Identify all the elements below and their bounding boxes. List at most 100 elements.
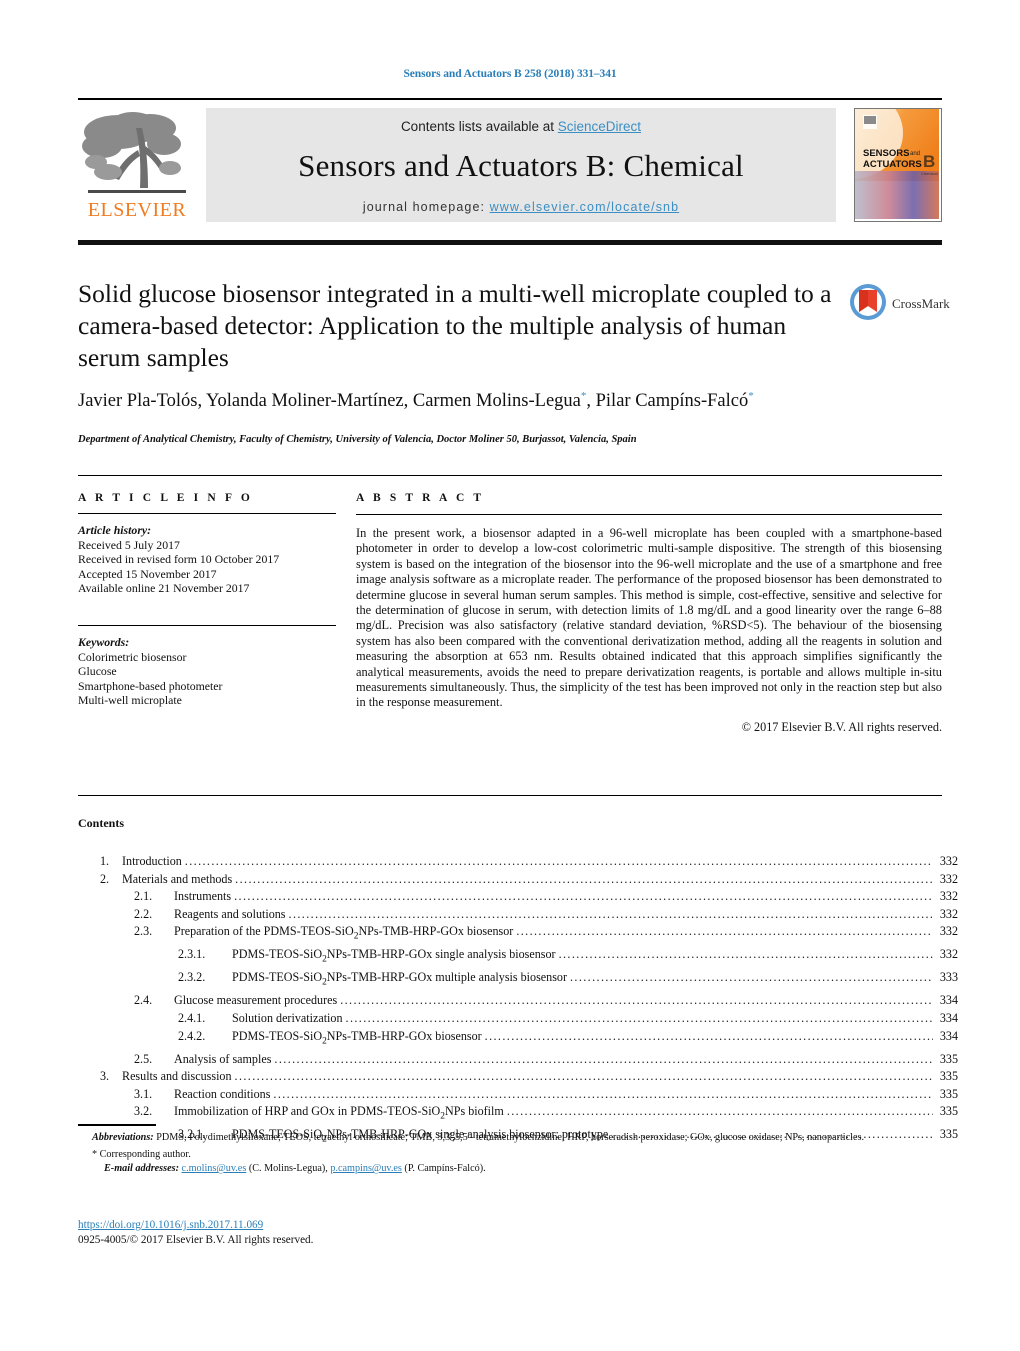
doi-link[interactable]: https://doi.org/10.1016/j.snb.2017.11.06… — [78, 1219, 263, 1231]
contents-row-label: Reagents and solutions — [174, 906, 286, 921]
svg-text:and: and — [910, 151, 920, 157]
contents-page-number: 335 — [939, 1104, 958, 1119]
issn-copyright-line: 0925-4005/© 2017 Elsevier B.V. All right… — [78, 1234, 314, 1246]
masthead-bottom-rule — [78, 240, 942, 245]
contents-row[interactable]: 2.4.2. PDMS-TEOS-SiO2NPs-TMB-HRP-GOx bios… — [78, 1028, 958, 1051]
contents-row[interactable]: 2.4. Glucose measurement procedures......… — [78, 992, 958, 1010]
contents-row-label: Introduction — [122, 854, 182, 868]
contents-row[interactable]: 2.3.2. PDMS-TEOS-SiO2NPs-TMB-HRP-GOx mult… — [78, 969, 958, 992]
contents-row-number: 3. — [100, 1069, 110, 1084]
contents-page-number: 333 — [939, 970, 958, 985]
contents-row[interactable]: 2.3.1. PDMS-TEOS-SiO2NPs-TMB-HRP-GOx sing… — [78, 946, 958, 969]
article-info-column: A R T I C L E I N F O Article history: R… — [78, 492, 336, 708]
elsevier-wordmark: ELSEVIER — [87, 199, 187, 221]
abstract-text: In the present work, a biosensor adapted… — [356, 526, 942, 710]
journal-article-first-page: Sensors and Actuators B 258 (2018) 331–3… — [0, 0, 1020, 1351]
contents-dot-leader: ........................................… — [234, 889, 933, 904]
contents-dot-leader: ........................................… — [569, 970, 933, 985]
contents-row-number: 2. — [100, 871, 110, 886]
svg-text:ACTUATORS: ACTUATORS — [863, 159, 922, 170]
contents-row[interactable]: 2.1. Instruments.........................… — [78, 888, 958, 906]
contents-row-label: Results and discussion — [122, 1069, 232, 1084]
contents-row[interactable]: 1. Introduction..........................… — [78, 853, 958, 871]
contents-row-number: 1. — [100, 854, 110, 868]
author-list: Javier Pla-Tolós, Yolanda Moliner-Martín… — [78, 390, 754, 412]
contents-row-label: Instruments — [174, 889, 232, 904]
history-item: Received in revised form 10 October 2017 — [78, 552, 280, 567]
contents-row-label: Reaction conditions — [174, 1086, 271, 1101]
contents-row[interactable]: 2.3. Preparation of the PDMS-TEOS-SiO2NPs… — [78, 923, 958, 946]
contents-row-label: Immobilization of HRP and GOx in PDMS-TE… — [174, 1104, 504, 1122]
crossmark-badge[interactable]: CrossMark — [848, 282, 950, 328]
email-link-molins[interactable]: c.molins@uv.es — [182, 1163, 247, 1174]
journal-cover-thumbnail: SENSORS and ACTUATORS B Chemical — [854, 108, 942, 222]
contents-row-number: 3.1. — [134, 1086, 153, 1101]
contents-dot-leader: ........................................… — [345, 1010, 933, 1025]
contents-page-number: 332 — [939, 871, 958, 886]
contents-row-label: PDMS-TEOS-SiO2NPs-TMB-HRP-GOx single ana… — [232, 947, 556, 965]
contents-row-number: 2.4.1. — [178, 1010, 206, 1025]
journal-homepage-line: journal homepage: www.elsevier.com/locat… — [206, 200, 836, 214]
contents-row-label: Solution derivatization — [232, 1010, 343, 1025]
contents-dot-leader: ........................................… — [234, 1069, 933, 1084]
keywords-rule — [78, 624, 336, 626]
email-addresses-note: E-mail addresses: c.molins@uv.es (C. Mol… — [78, 1163, 962, 1176]
contents-row[interactable]: 2.2. Reagents and solutions..............… — [78, 906, 958, 924]
email-addresses-label: E-mail addresses: — [104, 1163, 179, 1175]
article-info-rule — [78, 513, 336, 514]
contents-row-number: 2.3.1. — [178, 947, 206, 962]
contents-row-number: 2.2. — [134, 906, 153, 921]
contents-page-number: 334 — [939, 1010, 958, 1025]
contents-row[interactable]: 3. Results and discussion................… — [78, 1068, 958, 1086]
affiliation: Department of Analytical Chemistry, Facu… — [78, 434, 637, 446]
elsevier-logo: ELSEVIER — [78, 106, 196, 224]
contents-row-label: PDMS-TEOS-SiO2NPs-TMB-HRP-GOx multiple a… — [232, 970, 567, 988]
contents-row[interactable]: 3.1. Reaction conditions.................… — [78, 1086, 958, 1104]
email-owner-molins: (C. Molins-Legua), — [248, 1163, 328, 1175]
contents-section: Contents 1. Introduction.................… — [78, 816, 958, 1149]
contents-heading: Contents — [78, 816, 125, 830]
contents-dot-leader: ........................................… — [288, 906, 933, 921]
contents-row-number: 2.3. — [134, 924, 153, 939]
contents-page-number: 332 — [939, 889, 958, 904]
abstract-copyright: © 2017 Elsevier B.V. All rights reserved… — [741, 719, 942, 734]
title-bottom-rule — [78, 475, 942, 476]
keyword-item: Colorimetric biosensor — [78, 649, 187, 664]
contents-row[interactable]: 2. Materials and methods.................… — [78, 871, 958, 889]
contents-row[interactable]: 2.5. Analysis of samples.................… — [78, 1051, 958, 1069]
sciencedirect-link[interactable]: ScienceDirect — [558, 119, 641, 134]
contents-row-number: 3.2. — [134, 1104, 153, 1119]
crossmark-label: CrossMark — [892, 296, 950, 311]
contents-page-number: 332 — [939, 854, 958, 868]
article-history-group: Article history: Received 5 July 2017 Re… — [78, 523, 336, 596]
contents-row-number: 2.3.2. — [178, 970, 206, 985]
contents-page-number: 334 — [939, 993, 958, 1008]
keyword-item: Smartphone-based photometer — [78, 678, 223, 693]
journal-title: Sensors and Actuators B: Chemical — [298, 148, 744, 183]
doi-block: https://doi.org/10.1016/j.snb.2017.11.06… — [78, 1218, 313, 1248]
homepage-prefix: journal homepage: — [362, 200, 490, 214]
journal-homepage-link[interactable]: www.elsevier.com/locate/snb — [490, 200, 680, 214]
email-link-campins[interactable]: p.campins@uv.es — [330, 1163, 402, 1174]
contents-page-number: 332 — [939, 947, 958, 962]
contents-row-label: Glucose measurement procedures — [174, 993, 338, 1008]
contents-page-number: 334 — [939, 1028, 958, 1043]
contents-available-prefix: Contents lists available at — [400, 119, 558, 134]
contents-row[interactable]: 2.4.1. Solution derivatization...........… — [78, 1010, 958, 1028]
contents-row-label: PDMS-TEOS-SiO2NPs-TMB-HRP-GOx biosensor — [232, 1028, 482, 1046]
contents-dot-leader: ........................................… — [235, 871, 933, 886]
abstract-bottom-rule — [78, 795, 942, 796]
page-title: Solid glucose biosensor integrated in a … — [78, 279, 832, 372]
contents-row[interactable]: 3.2. Immobilization of HRP and GOx in PDM… — [78, 1103, 958, 1126]
contents-dot-leader: ........................................… — [273, 1086, 933, 1101]
running-head: Sensors and Actuators B 258 (2018) 331–3… — [403, 68, 617, 80]
abstract-rule — [356, 514, 942, 515]
contents-page-number: 332 — [939, 924, 958, 939]
history-item: Received 5 July 2017 — [78, 537, 180, 552]
contents-dot-leader: ........................................… — [506, 1104, 933, 1119]
contents-dot-leader: ........................................… — [484, 1028, 933, 1043]
svg-text:SENSORS: SENSORS — [863, 148, 909, 159]
svg-text:Chemical: Chemical — [921, 171, 938, 176]
contents-dot-leader: ........................................… — [184, 854, 933, 868]
